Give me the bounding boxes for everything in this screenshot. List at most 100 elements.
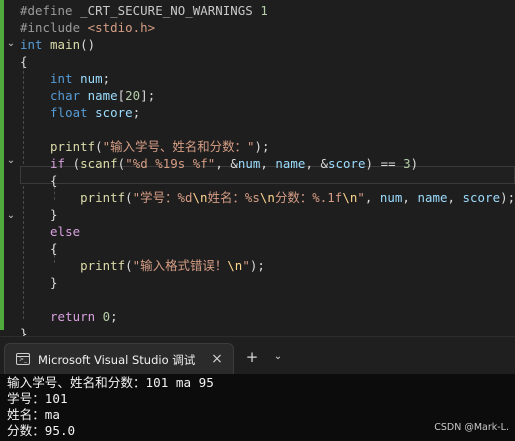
code-line[interactable]: int num; bbox=[20, 70, 515, 87]
code-token: ( bbox=[125, 190, 133, 205]
code-token: printf bbox=[80, 258, 126, 273]
code-token: ); bbox=[500, 190, 515, 205]
code-line[interactable] bbox=[20, 291, 515, 308]
code-token: "输入学号、姓名和分数：" bbox=[102, 139, 255, 154]
code-token: , bbox=[260, 156, 276, 171]
code-line[interactable]: printf("学号：%d\n姓名：%s\n分数：%.1f\n", num, n… bbox=[20, 189, 515, 206]
code-token: 姓名：%s bbox=[207, 190, 260, 205]
code-line[interactable]: printf("输入格式错误！\n"); bbox=[20, 257, 515, 274]
code-token: num bbox=[379, 190, 403, 205]
watermark: CSDN @Mark-L. bbox=[434, 422, 509, 433]
code-line[interactable]: int main() bbox=[20, 36, 515, 53]
code-token: "%d %19s %f" bbox=[125, 156, 216, 171]
code-line[interactable]: printf("输入学号、姓名和分数："); bbox=[20, 138, 515, 155]
code-token: , bbox=[447, 190, 463, 205]
code-token: { bbox=[50, 173, 58, 188]
code-line[interactable]: } bbox=[20, 274, 515, 291]
output-line: 输入学号、姓名和分数：101 ma 95 bbox=[7, 375, 214, 390]
code-token: () bbox=[80, 37, 96, 52]
code-token: } bbox=[50, 275, 58, 290]
code-line[interactable]: if (scanf("%d %19s %f", &num, name, &sco… bbox=[20, 155, 515, 172]
code-token: ); bbox=[249, 258, 265, 273]
code-token: ; bbox=[132, 105, 141, 120]
code-token: _CRT_SECURE_NO_WARNINGS bbox=[80, 3, 253, 18]
fold-chevron-icon[interactable]: ⌄ bbox=[5, 155, 17, 167]
fold-chevron-icon[interactable]: ⌄ bbox=[5, 210, 17, 222]
terminal-tab-title: Microsoft Visual Studio 调试 bbox=[38, 353, 196, 367]
new-tab-plus-icon[interactable]: + bbox=[244, 349, 260, 365]
code-editor[interactable]: ⌄ ⌄ ⌄ #define _CRT_SECURE_NO_WARNINGS 1 #… bbox=[0, 0, 515, 336]
code-token: " bbox=[242, 258, 250, 273]
code-line[interactable]: #define _CRT_SECURE_NO_WARNINGS 1 bbox=[20, 2, 515, 19]
code-line[interactable]: } bbox=[20, 325, 515, 336]
code-line[interactable]: #include <stdio.h> bbox=[20, 19, 515, 36]
code-line[interactable]: { bbox=[20, 240, 515, 257]
code-token: \n bbox=[192, 190, 208, 205]
code-token: \n bbox=[227, 258, 243, 273]
code-token: 20 bbox=[125, 88, 141, 103]
code-token: num bbox=[237, 156, 261, 171]
code-token: ; bbox=[110, 309, 118, 324]
code-token: , bbox=[364, 190, 380, 205]
terminal-tab[interactable]: >_ Microsoft Visual Studio 调试 × bbox=[4, 343, 234, 375]
code-line[interactable]: float score; bbox=[20, 104, 515, 121]
code-line[interactable]: else bbox=[20, 223, 515, 240]
code-token: \n bbox=[259, 190, 275, 205]
code-token: ( bbox=[95, 139, 103, 154]
code-token: int bbox=[20, 37, 43, 52]
code-token: ; bbox=[102, 71, 111, 86]
code-token: return bbox=[50, 309, 96, 324]
code-line[interactable]: return 0; bbox=[20, 308, 515, 325]
chevron-down-icon[interactable]: ⌄ bbox=[270, 349, 286, 365]
code-token: } bbox=[50, 207, 58, 222]
terminal-icon: >_ bbox=[16, 353, 30, 365]
code-token: { bbox=[50, 241, 58, 256]
code-token: ); bbox=[254, 139, 270, 154]
code-token: ( bbox=[65, 156, 81, 171]
code-line[interactable]: } bbox=[20, 206, 515, 223]
code-token: score bbox=[462, 190, 501, 205]
code-token: 0 bbox=[102, 309, 111, 324]
code-token: name bbox=[417, 190, 448, 205]
code-token: ) bbox=[410, 156, 419, 171]
code-token: 3 bbox=[403, 156, 411, 171]
terminal-output[interactable]: 输入学号、姓名和分数：101 ma 95 学号：101 姓名：ma 分数：95.… bbox=[0, 374, 515, 441]
code-token: "学号：%d bbox=[132, 190, 193, 205]
code-token: ) == bbox=[365, 156, 404, 171]
code-token: printf bbox=[50, 139, 96, 154]
code-line[interactable]: { bbox=[20, 172, 515, 189]
code-token: int bbox=[50, 71, 73, 86]
code-token: #include bbox=[20, 20, 88, 35]
code-line[interactable]: char name[20]; bbox=[20, 87, 515, 104]
code-token: } bbox=[20, 326, 28, 336]
code-token: score bbox=[95, 105, 133, 120]
output-line: 学号：101 bbox=[7, 391, 68, 406]
code-line[interactable]: { bbox=[20, 53, 515, 70]
code-token: if bbox=[50, 156, 66, 171]
code-token: 分数：%.1f bbox=[274, 190, 343, 205]
code-token: #define bbox=[20, 3, 81, 18]
code-token: float bbox=[50, 105, 88, 120]
output-line: 姓名：ma bbox=[7, 407, 60, 422]
code-token: , & bbox=[215, 156, 238, 171]
code-line[interactable] bbox=[20, 121, 515, 138]
code-token: { bbox=[20, 54, 28, 69]
fold-chevron-icon[interactable]: ⌄ bbox=[5, 38, 17, 50]
code-lines[interactable]: #define _CRT_SECURE_NO_WARNINGS 1 #includ… bbox=[20, 2, 515, 336]
close-icon[interactable]: × bbox=[209, 351, 225, 367]
code-token: main bbox=[50, 37, 81, 52]
code-token: else bbox=[50, 224, 81, 239]
